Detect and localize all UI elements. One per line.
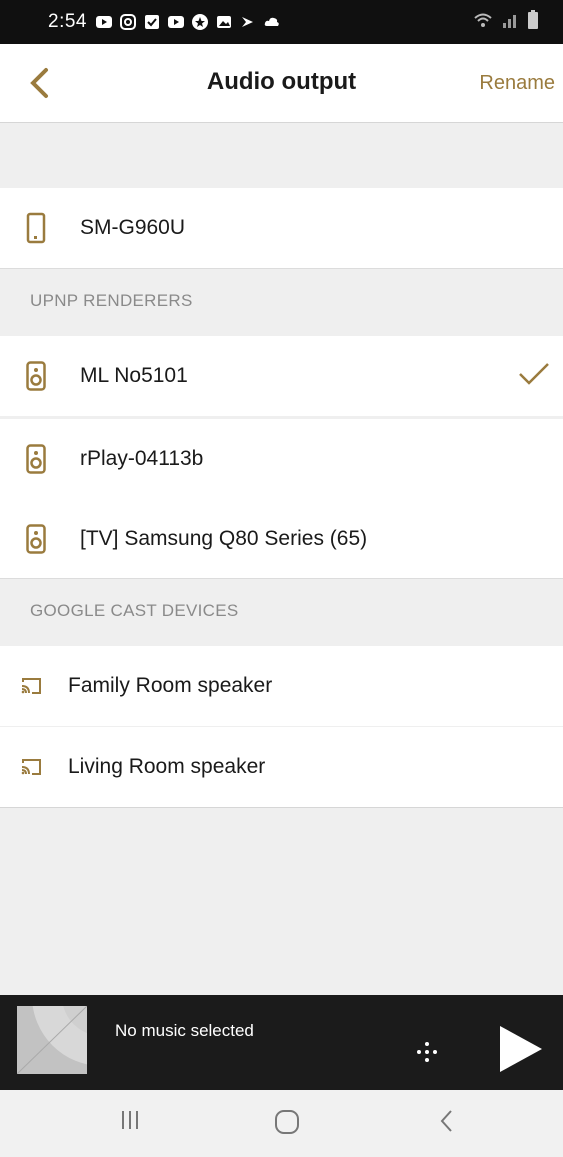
cloud-notification-icon [264, 17, 279, 26]
battery-icon [528, 10, 538, 29]
cast-icon [21, 759, 41, 775]
device-name: ML No5101 [80, 364, 188, 387]
wifi-icon [474, 13, 492, 27]
instagram-notification-icon [119, 14, 136, 30]
play-icon[interactable] [496, 1023, 544, 1075]
rename-button[interactable]: Rename [479, 72, 555, 95]
image-notification-icon [216, 16, 231, 28]
status-bar: 2:54 [0, 0, 563, 44]
system-nav-bar [0, 1090, 563, 1157]
section-header-upnp: UPNP RENDERERS [0, 268, 563, 335]
section-title-upnp: UPNP RENDERERS [30, 291, 193, 310]
now-playing-text: No music selected [115, 1021, 254, 1040]
mini-player[interactable]: No music selected [0, 995, 563, 1090]
app-bar: Audio output Rename [0, 44, 563, 123]
device-row-upnp[interactable]: [TV] Samsung Q80 Series (65) [0, 499, 563, 579]
section-header-cast: GOOGLE CAST DEVICES [0, 578, 563, 645]
device-name: Family Room speaker [68, 674, 273, 697]
system-indicators [473, 10, 539, 30]
youtube-notification-icon [167, 16, 184, 28]
local-device-row[interactable]: SM-G960U [0, 188, 563, 268]
section-title-cast: GOOGLE CAST DEVICES [30, 601, 239, 620]
selected-checkmark-icon [519, 363, 549, 385]
local-device-name: SM-G960U [80, 216, 186, 239]
notification-icons [95, 13, 281, 31]
recent-apps-icon[interactable] [118, 1108, 142, 1132]
device-name: Living Room speaker [68, 755, 266, 778]
prime-notification-icon [241, 17, 253, 27]
device-row-cast[interactable]: Living Room speaker [0, 727, 563, 807]
youtube-notification-icon [95, 16, 112, 28]
device-name: rPlay-04113b [80, 447, 204, 470]
vinyl-placeholder-icon [17, 1006, 87, 1074]
star-notification-icon [191, 14, 208, 30]
signal-icon [503, 15, 516, 28]
device-name: [TV] Samsung Q80 Series (65) [80, 527, 368, 550]
home-icon[interactable] [273, 1108, 301, 1136]
device-row-upnp[interactable]: rPlay-04113b [0, 419, 563, 499]
speaker-icon [26, 524, 46, 554]
device-row-cast[interactable]: Family Room speaker [0, 646, 563, 726]
speaker-icon [26, 361, 46, 391]
output-selector-icon[interactable] [414, 1039, 440, 1065]
phone-icon [26, 212, 46, 244]
speaker-icon [26, 444, 46, 474]
cast-icon [21, 678, 41, 694]
spacer [0, 123, 563, 188]
divider [0, 807, 563, 808]
device-row-upnp[interactable]: ML No5101 [0, 336, 563, 416]
status-time: 2:54 [48, 11, 87, 32]
album-art[interactable] [17, 1006, 87, 1074]
task-notification-icon [144, 15, 159, 29]
back-icon[interactable] [437, 1108, 457, 1134]
